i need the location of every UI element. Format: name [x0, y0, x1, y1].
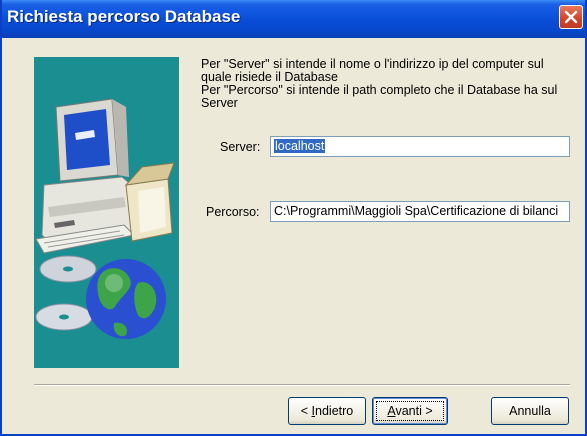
window-title: Richiesta percorso Database [7, 7, 241, 26]
back-button-prefix: < [300, 404, 312, 418]
path-label: Percorso: [206, 205, 260, 219]
info-line-4: Server [201, 96, 238, 110]
computer-globe-illustration [35, 98, 175, 339]
path-input-value: C:\Programmi\Maggioli Spa\Certificazione… [274, 204, 559, 218]
title-bar[interactable]: Richiesta percorso Database [2, 0, 585, 38]
server-input[interactable]: localhost [270, 136, 570, 157]
wizard-banner-image [34, 57, 179, 368]
path-input[interactable]: C:\Programmi\Maggioli Spa\Certificazione… [270, 201, 570, 222]
info-line-3: Per "Percorso" si intende il path comple… [201, 83, 558, 97]
close-button[interactable] [559, 5, 583, 29]
cancel-button-label: Annulla [509, 404, 551, 418]
next-button[interactable]: Avanti > [372, 397, 448, 425]
separator [34, 384, 570, 386]
back-button[interactable]: < Indietro [288, 397, 366, 425]
cancel-button[interactable]: Annulla [491, 397, 569, 425]
dialog-window: Richiesta percorso Database Per "Server"… [0, 0, 587, 436]
info-text: Per "Server" si intende il nome o l'indi… [201, 58, 581, 110]
close-icon [564, 10, 578, 24]
back-button-label: ndietro [315, 404, 354, 418]
server-label: Server: [220, 140, 261, 154]
server-input-value: localhost [274, 139, 326, 153]
next-button-label: vanti > [395, 404, 433, 418]
